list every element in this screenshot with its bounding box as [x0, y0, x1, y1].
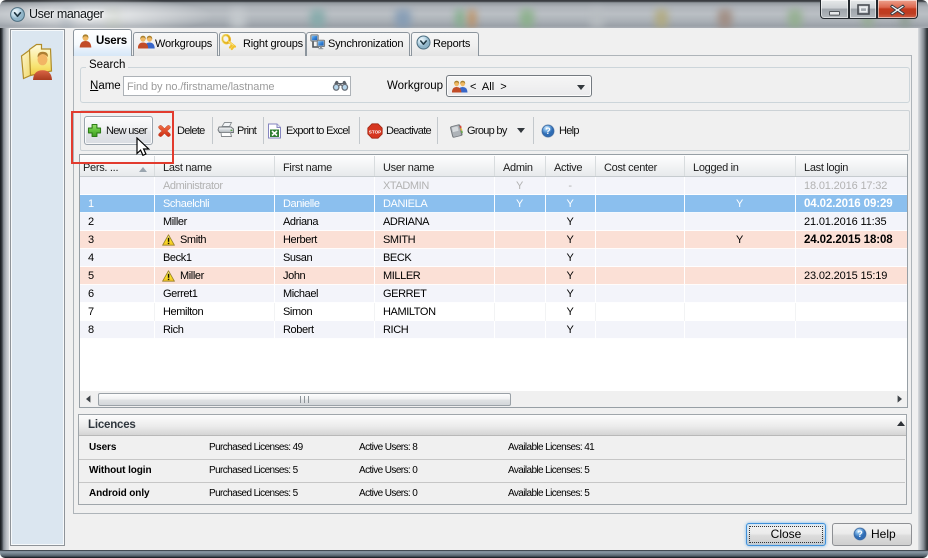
svg-text:?: ? [857, 529, 863, 539]
svg-text:STOP: STOP [369, 129, 381, 134]
svg-text:?: ? [545, 126, 551, 136]
